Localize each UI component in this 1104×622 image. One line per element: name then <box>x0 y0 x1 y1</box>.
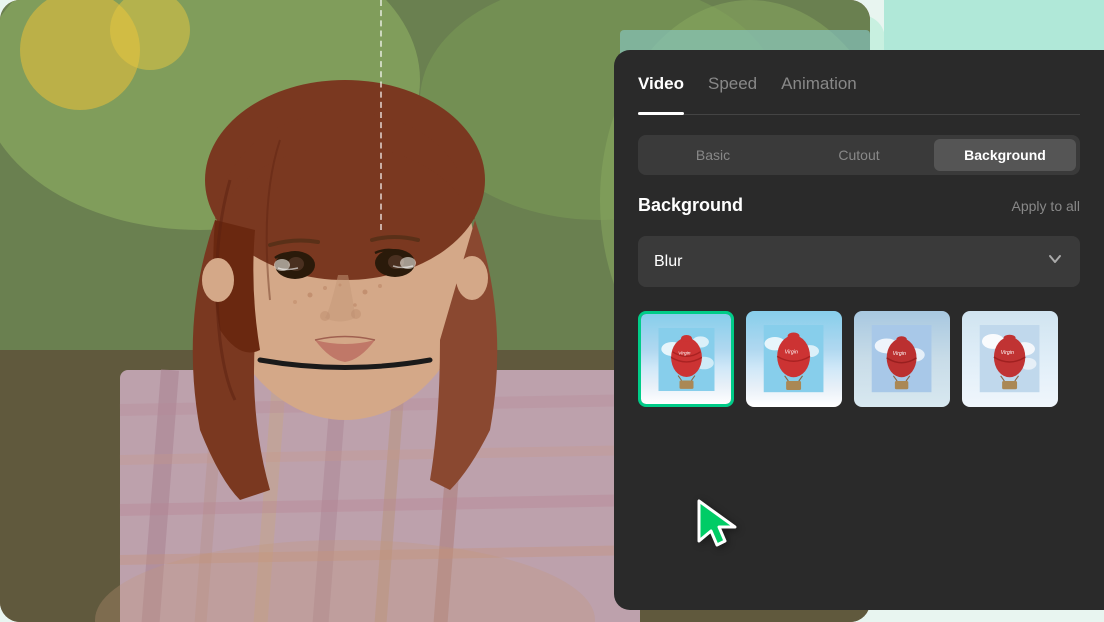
section-header: Background Apply to all <box>638 195 1080 216</box>
thumbnail-4[interactable]: Virgin <box>962 311 1058 407</box>
svg-text:Virgin: Virgin <box>785 350 798 356</box>
panel: Video Speed Animation Basic Cutout Backg… <box>614 50 1104 610</box>
thumbnails-grid: Virgin <box>638 311 1080 407</box>
thumbnail-1[interactable]: Virgin <box>638 311 734 407</box>
sub-tab-basic[interactable]: Basic <box>642 139 784 171</box>
dropdown-value: Blur <box>654 253 682 271</box>
sub-tab-background[interactable]: Background <box>934 139 1076 171</box>
sub-tabs: Basic Cutout Background <box>638 135 1080 175</box>
main-tabs: Video Speed Animation <box>638 74 1080 115</box>
cursor-arrow <box>695 497 745 547</box>
dashed-line <box>380 0 382 230</box>
tab-animation[interactable]: Animation <box>781 74 857 102</box>
app-container: Video Speed Animation Basic Cutout Backg… <box>0 0 1104 622</box>
sub-tab-cutout[interactable]: Cutout <box>788 139 930 171</box>
section-title: Background <box>638 195 743 216</box>
tab-video[interactable]: Video <box>638 74 684 102</box>
svg-text:Virgin: Virgin <box>1001 351 1014 357</box>
svg-text:Virgin: Virgin <box>893 351 906 357</box>
blur-dropdown[interactable]: Blur <box>638 236 1080 287</box>
thumbnail-2[interactable]: Virgin <box>746 311 842 407</box>
thumbnail-3[interactable]: Virgin <box>854 311 950 407</box>
apply-all-button[interactable]: Apply to all <box>1012 198 1080 214</box>
chevron-down-icon <box>1046 250 1064 273</box>
tab-speed[interactable]: Speed <box>708 74 757 102</box>
